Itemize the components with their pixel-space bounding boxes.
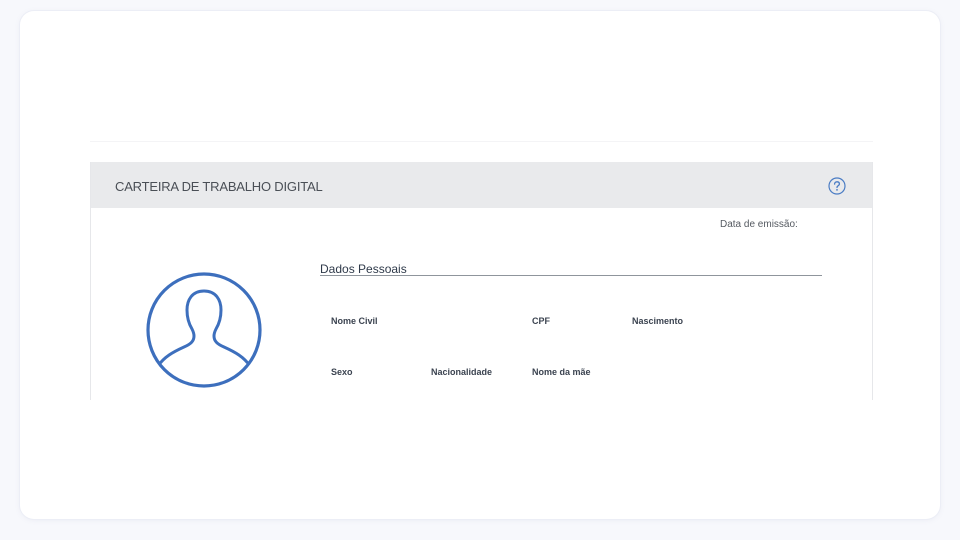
issue-date-label: Data de emissão: bbox=[720, 219, 798, 230]
field-label-civil-name: Nome Civil bbox=[331, 316, 378, 326]
user-silhouette-icon bbox=[144, 270, 264, 390]
panel-title: CARTEIRA DE TRABALHO DIGITAL bbox=[115, 179, 323, 194]
field-label-sex: Sexo bbox=[331, 367, 353, 377]
field-label-birth: Nascimento bbox=[632, 316, 684, 326]
field-label-nationality: Nacionalidade bbox=[431, 367, 493, 377]
field-label-mother-name: Nome da mãe bbox=[532, 367, 591, 377]
panel-header: CARTEIRA DE TRABALHO DIGITAL bbox=[91, 162, 872, 208]
section-title-personal-data: Dados Pessoais bbox=[320, 262, 407, 276]
section-divider bbox=[320, 275, 822, 276]
top-divider bbox=[90, 141, 873, 142]
help-icon[interactable] bbox=[828, 177, 846, 195]
field-label-cpf: CPF bbox=[532, 316, 550, 326]
digital-work-card-panel: CARTEIRA DE TRABALHO DIGITAL Data de emi… bbox=[90, 162, 873, 400]
